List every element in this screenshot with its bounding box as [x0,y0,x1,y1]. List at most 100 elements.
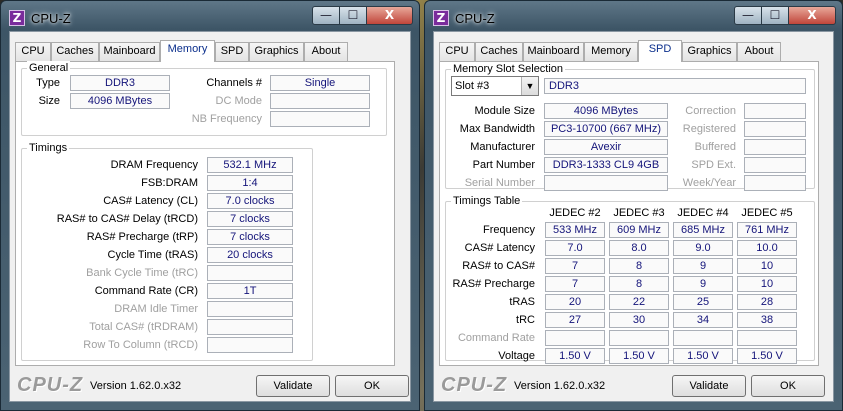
slot-flag-label: Correction [685,105,736,117]
slot-dropdown[interactable]: Slot #3 ▼ [451,76,539,96]
jedec-column-header: JEDEC #3 [613,207,665,219]
timings-table-group: Timings Table JEDEC #2 JEDEC #3 JEDEC #4 JE… [445,194,815,364]
tab-graphics[interactable]: Graphics [682,42,737,61]
timing-value: 7 clocks [207,211,293,227]
jedec-column-header: JEDEC #5 [741,207,793,219]
timing-row-label: RAS# to CAS# [462,260,535,272]
close-button[interactable]: X [788,6,836,25]
timings-table-title: Timings Table [451,194,523,208]
cpuz-window-memory: Z CPU-Z — ☐ X CPU Caches Mainboard Memor… [0,0,420,411]
tab-about[interactable]: About [737,42,781,61]
slot-field-label: Serial Number [464,177,535,189]
slot-flag-value [744,175,806,191]
tab-mainboard[interactable]: Mainboard [523,42,584,61]
cpuz-app-icon[interactable]: Z [9,10,25,26]
tab-about[interactable]: About [304,42,348,61]
nbfreq-label: NB Frequency [191,113,262,125]
timing-cell: 9.0 [673,240,733,256]
cpuz-app-icon[interactable]: Z [433,10,449,26]
timing-cell: 9 [673,276,733,292]
timing-cell: 8 [609,258,669,274]
timing-cell: 685 MHz [673,222,733,238]
tab-cpu[interactable]: CPU [15,42,51,61]
general-title: General [27,61,71,75]
slot-field-value: Avexir [544,139,668,155]
memory-page: General Type DDR3 Size 4096 MBytes Chann… [15,61,395,366]
slot-dropdown-value: Slot #3 [455,80,490,92]
ok-button[interactable]: OK [751,375,825,397]
tab-spd[interactable]: SPD [215,42,249,61]
chevron-down-icon[interactable]: ▼ [521,77,538,95]
timing-value [207,319,293,335]
validate-button[interactable]: Validate [256,375,330,397]
timing-cell: 609 MHz [609,222,669,238]
jedec-column-header: JEDEC #4 [677,207,729,219]
timing-cell [673,330,733,346]
footer-bar: CPU-Z Version 1.62.0.x32 Validate OK [10,371,410,401]
timing-cell [545,330,605,346]
tab-caches[interactable]: Caches [475,42,523,61]
size-label: Size [38,95,60,107]
timing-label: Bank Cycle Time (tRC) [86,267,198,279]
minimize-button[interactable]: — [734,6,762,25]
timing-value: 7.0 clocks [207,193,293,209]
timing-label: DRAM Idle Timer [114,303,198,315]
slot-field-label: Module Size [474,105,535,117]
window-title: CPU-Z [31,11,71,26]
validate-button[interactable]: Validate [672,375,746,397]
tab-memory[interactable]: Memory [160,40,215,62]
window-client: CPU Caches Mainboard Memory SPD Graphics… [9,31,411,402]
timing-cell: 20 [545,294,605,310]
timing-cell: 1.50 V [673,348,733,364]
timings-title: Timings [27,141,70,155]
slot-flag-value [744,121,806,137]
maximize-button[interactable]: ☐ [339,6,367,25]
timing-value: 1:4 [207,175,293,191]
timing-cell: 30 [609,312,669,328]
slot-selection-group: Memory Slot Selection Slot #3 ▼ DDR3 Mod… [445,62,815,191]
timing-cell: 25 [673,294,733,310]
nbfreq-value [270,111,370,127]
slot-flag-label: SPD Ext. [691,159,736,171]
slot-field-value [544,175,668,191]
slot-type-value: DDR3 [544,78,806,94]
timing-value [207,265,293,281]
tab-mainboard[interactable]: Mainboard [99,42,160,61]
spd-page: Memory Slot Selection Slot #3 ▼ DDR3 Mod… [439,61,819,366]
tab-graphics[interactable]: Graphics [249,42,304,61]
slot-field-value: PC3-10700 (667 MHz) [544,121,668,137]
timing-row-label: RAS# Precharge [452,278,535,290]
timing-cell: 7.0 [545,240,605,256]
timing-row-label: Command Rate [457,332,535,344]
type-value: DDR3 [70,75,170,91]
title-bar[interactable]: Z CPU-Z — ☐ X [425,1,842,31]
size-value: 4096 MBytes [70,93,170,109]
minimize-button[interactable]: — [312,6,340,25]
cpuz-logo: CPU-Z [17,374,84,396]
tab-caches[interactable]: Caches [51,42,99,61]
title-bar[interactable]: Z CPU-Z — ☐ X [1,1,419,31]
ok-button[interactable]: OK [335,375,409,397]
cpuz-window-spd: Z CPU-Z — ☐ X CPU Caches Mainboard Memor… [424,0,843,411]
timing-label: RAS# Precharge (tRP) [86,231,198,243]
timing-row-label: CAS# Latency [464,242,535,254]
maximize-button[interactable]: ☐ [761,6,789,25]
tab-spd[interactable]: SPD [638,40,682,62]
slot-field-label: Max Bandwidth [459,123,535,135]
timing-value: 532.1 MHz [207,157,293,173]
timing-label: Cycle Time (tRAS) [107,249,198,261]
version-label: Version 1.62.0.x32 [90,380,182,392]
jedec-column-header: JEDEC #2 [549,207,601,219]
timing-cell: 761 MHz [737,222,797,238]
timing-value [207,301,293,317]
timing-cell: 10.0 [737,240,797,256]
timing-cell: 7 [545,276,605,292]
timing-label: Command Rate (CR) [94,285,198,297]
close-button[interactable]: X [366,6,413,25]
slot-flag-label: Registered [682,123,736,135]
tab-cpu[interactable]: CPU [439,42,475,61]
timing-cell: 10 [737,276,797,292]
tab-memory[interactable]: Memory [584,42,638,61]
timing-cell [609,330,669,346]
timing-row-label: Frequency [483,224,535,236]
